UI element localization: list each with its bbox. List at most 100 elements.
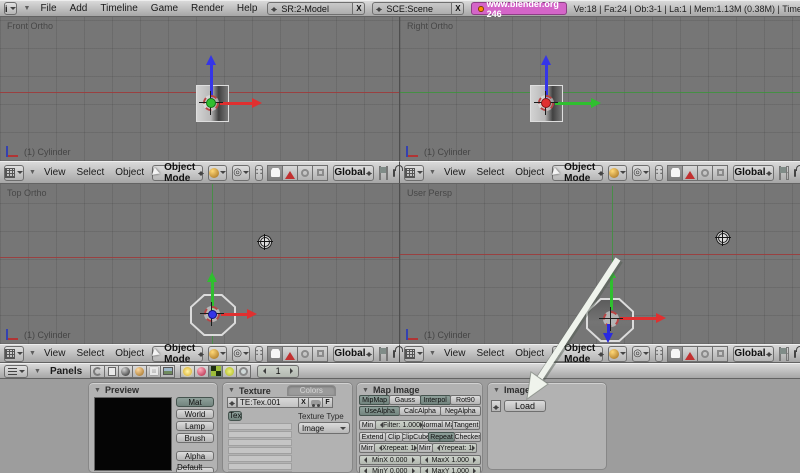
screen-close-button[interactable]: X [353, 2, 365, 15]
miny-field[interactable]: MinY 0.000 [359, 466, 421, 473]
menu-timeline[interactable]: Timeline [97, 3, 140, 14]
orientation-selector[interactable]: Global [333, 346, 373, 362]
menu-select[interactable]: Select [73, 167, 107, 178]
preview-lamp-button[interactable]: Lamp [176, 421, 214, 431]
lock-icon[interactable] [794, 169, 796, 177]
preview-alpha-button[interactable]: Alpha [176, 451, 214, 461]
panel-collapse-icon[interactable]: ▼ [362, 387, 369, 394]
panel-collapse-icon[interactable]: ▼ [94, 387, 101, 394]
material-buttons-icon[interactable] [194, 365, 209, 378]
image-browse-button[interactable] [491, 400, 501, 412]
layer-grid[interactable] [786, 347, 789, 361]
collapse-triangle-icon[interactable]: ▼ [29, 169, 36, 176]
calcalpha-toggle[interactable]: CalcAlpha [399, 406, 440, 416]
world-buttons-icon[interactable] [236, 365, 251, 378]
manipulator-scale-icon[interactable] [712, 165, 728, 181]
collapse-triangle-icon[interactable]: ▼ [34, 368, 41, 375]
editor-type-selector[interactable] [4, 165, 24, 181]
texture-channel-slot[interactable] [228, 447, 292, 454]
viewport-front[interactable]: Front Ortho (1) Cylinder [0, 17, 400, 161]
mipmap-toggle[interactable]: MipMap [359, 395, 390, 405]
texture-channel-slot[interactable] [228, 439, 292, 446]
menu-view[interactable]: View [441, 348, 469, 359]
collapse-triangle-icon[interactable]: ▼ [24, 5, 31, 12]
menu-help[interactable]: Help [234, 3, 261, 14]
texture-type-selector[interactable]: Image [298, 422, 350, 434]
panel-collapse-icon[interactable]: ▼ [493, 387, 500, 394]
clipcube-toggle[interactable]: ClipCube [402, 432, 429, 442]
menu-add[interactable]: Add [67, 3, 91, 14]
layer-grid[interactable] [779, 347, 782, 361]
texture-channel-slot[interactable] [228, 455, 292, 462]
normal-space-selector[interactable]: Tangent [452, 420, 480, 430]
editor-type-selector[interactable] [4, 346, 24, 362]
menu-file[interactable]: File [37, 3, 59, 14]
manipulator-z-arrow[interactable] [607, 324, 610, 333]
gauss-toggle[interactable]: Gauss [389, 395, 420, 405]
editor-type-selector[interactable] [404, 165, 424, 181]
pivot-selector[interactable]: ◎ [632, 346, 650, 362]
editor-type-selector[interactable] [404, 346, 424, 362]
buttons-window-type-button[interactable] [4, 365, 28, 378]
panel-collapse-icon[interactable]: ▼ [228, 387, 235, 394]
snap-icon[interactable]: ∷ [655, 346, 663, 362]
interpol-toggle[interactable]: Interpol [420, 395, 451, 405]
menu-view[interactable]: View [41, 167, 69, 178]
shading-context-icon[interactable] [118, 365, 133, 378]
manipulator-x-arrow[interactable] [221, 313, 247, 316]
layer-grid[interactable] [379, 166, 381, 180]
panels-menu[interactable]: Panels [47, 366, 85, 377]
mode-selector[interactable]: Object Mode [152, 165, 203, 181]
layer-grid[interactable] [786, 166, 789, 180]
viewport-top[interactable]: Top Ortho (1) Cylinder [0, 184, 400, 344]
negalpha-toggle[interactable]: NegAlpha [440, 406, 481, 416]
manipulator-hand-icon[interactable] [667, 165, 683, 181]
menu-select[interactable]: Select [473, 348, 507, 359]
editing-context-icon[interactable] [132, 365, 147, 378]
texture-buttons-icon[interactable] [208, 365, 223, 378]
texture-name-field[interactable]: TE:Tex.001 [237, 397, 299, 408]
manipulator-hand-icon[interactable] [667, 346, 683, 362]
viewport-user[interactable]: User Persp (1) Cylinder [400, 184, 800, 344]
manipulator-scale-icon[interactable] [312, 346, 328, 362]
menu-game[interactable]: Game [148, 3, 181, 14]
orientation-selector[interactable]: Global [733, 346, 773, 362]
stepper-right-icon[interactable] [290, 368, 296, 374]
scene-context-icon[interactable] [160, 365, 175, 378]
menu-select[interactable]: Select [473, 167, 507, 178]
mode-selector[interactable]: Object Mode [552, 165, 603, 181]
manipulator-rotate-icon[interactable] [697, 346, 713, 362]
collapse-triangle-icon[interactable]: ▼ [29, 350, 36, 357]
clip-toggle[interactable]: Clip [385, 432, 403, 442]
menu-view[interactable]: View [441, 167, 469, 178]
texture-channel-slot[interactable] [228, 423, 292, 430]
minx-field[interactable]: MinX 0.000 [359, 455, 421, 465]
buttons-page-stepper[interactable]: 1 [257, 365, 299, 378]
snap-icon[interactable]: ∷ [255, 165, 263, 181]
layer-grid[interactable] [379, 347, 381, 361]
menu-render[interactable]: Render [188, 3, 227, 14]
texture-channel-active[interactable]: Tex [228, 411, 242, 421]
scene-selector[interactable]: SCE:Scene [372, 2, 452, 15]
logic-context-icon[interactable] [90, 365, 105, 378]
load-image-button[interactable]: Load [504, 400, 546, 412]
manipulator-rotate-icon[interactable] [697, 165, 713, 181]
object-context-icon[interactable] [146, 365, 161, 378]
lock-icon[interactable] [393, 350, 395, 358]
lock-icon[interactable] [393, 169, 395, 177]
pivot-selector[interactable]: ◎ [632, 165, 650, 181]
mode-selector[interactable]: Object Mode [152, 346, 203, 362]
scene-close-button[interactable]: X [452, 2, 464, 15]
viewport-right[interactable]: Right Ortho (1) Cylinder [400, 17, 800, 161]
preview-world-button[interactable]: World [176, 409, 214, 419]
manipulator-scale-icon[interactable] [712, 346, 728, 362]
manipulator-scale-icon[interactable] [312, 165, 328, 181]
stepper-left-icon[interactable] [260, 368, 266, 374]
manipulator-y-arrow[interactable] [610, 278, 613, 310]
script-context-icon[interactable] [104, 365, 119, 378]
lock-icon[interactable] [794, 350, 796, 358]
filter-size-field[interactable]: Filter: 1.000 [375, 420, 423, 430]
manipulator-x-arrow[interactable] [620, 317, 656, 320]
layer-grid[interactable] [386, 347, 388, 361]
checker-toggle[interactable]: Checker [454, 432, 481, 442]
